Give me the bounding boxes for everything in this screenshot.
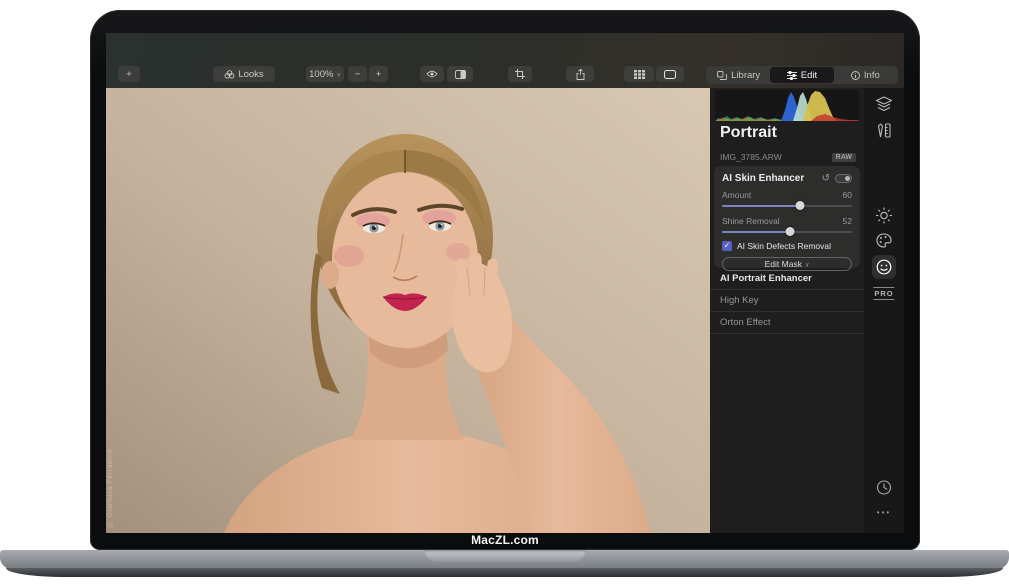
zoom-level-value: 100% (309, 69, 333, 80)
bezel-brand-text: MacZL.com (90, 533, 920, 548)
tab-info-label: Info (864, 70, 880, 81)
tool-high-key[interactable]: High Key (710, 290, 864, 312)
canvas-tools-icon[interactable] (877, 123, 891, 138)
ai-skin-enhancer-card: AI Skin Enhancer ↺ Amount 60 (714, 166, 860, 268)
enhancer-toggle[interactable] (835, 174, 852, 183)
slider-handle[interactable] (796, 201, 805, 210)
amount-value: 60 (843, 190, 852, 200)
file-info-row: IMG_3785.ARW RAW (720, 152, 856, 162)
slider-fill (722, 231, 790, 233)
chevron-down-icon: ∨ (805, 261, 809, 268)
view-mode-tabs: Library Edit (706, 66, 898, 84)
looks-label: Looks (238, 69, 263, 80)
skin-defects-label: AI Skin Defects Removal (737, 241, 831, 251)
portrait-photo (106, 88, 710, 533)
amount-slider[interactable] (722, 201, 852, 210)
portrait-face-icon (876, 259, 892, 275)
laptop-lid-notch (424, 550, 586, 562)
looks-icon (224, 70, 235, 79)
grid-view-button[interactable] (624, 66, 654, 82)
history-clock-icon[interactable] (877, 480, 892, 495)
edit-side-panel: Portrait IMG_3785.ARW RAW AI Skin Enhanc… (710, 88, 864, 533)
tool-category-strip: PRO ••• (864, 88, 904, 533)
filename-label: IMG_3785.ARW (720, 152, 832, 162)
tab-info[interactable]: Info (834, 67, 897, 83)
slider-handle[interactable] (785, 227, 794, 236)
edit-sliders-icon (787, 71, 797, 80)
shine-removal-value: 52 (843, 216, 852, 226)
tab-library[interactable]: Library (707, 67, 770, 83)
zoom-in-button[interactable]: + (369, 66, 388, 82)
toggle-knob (845, 176, 850, 181)
plus-icon: + (126, 69, 132, 80)
grid-view-icon (634, 70, 645, 79)
shine-removal-slider[interactable] (722, 227, 852, 236)
skin-defects-checkbox[interactable]: ✓ (722, 241, 732, 251)
amount-label: Amount (722, 190, 751, 200)
zoom-out-button[interactable]: − (348, 66, 367, 82)
creative-palette-icon[interactable] (876, 233, 892, 248)
single-view-icon (664, 70, 676, 79)
tool-ai-portrait-enhancer[interactable]: AI Portrait Enhancer (710, 268, 864, 290)
library-icon (717, 71, 727, 80)
tab-library-label: Library (731, 70, 760, 81)
plus-icon: + (376, 69, 382, 80)
raw-badge: RAW (832, 153, 856, 162)
app-toolbar: + Looks 100% ∨ − (106, 33, 904, 88)
layers-icon[interactable] (876, 96, 893, 112)
eye-icon (426, 70, 438, 78)
shine-removal-label: Shine Removal (722, 216, 780, 226)
chevron-down-icon: ∨ (336, 71, 340, 78)
zoom-level-dropdown[interactable]: 100% ∨ (306, 66, 344, 82)
card-title: AI Skin Enhancer (722, 173, 822, 184)
professional-category-button[interactable]: PRO (873, 287, 894, 300)
crop-button[interactable] (508, 66, 532, 82)
shine-removal-slider-row: Shine Removal 52 (722, 216, 852, 236)
screenshot-stage: + Looks 100% ∨ − (0, 0, 1009, 586)
portrait-category-button-active[interactable] (872, 255, 896, 279)
laptop-screen-frame: + Looks 100% ∨ − (90, 10, 920, 550)
compare-button[interactable] (447, 66, 473, 82)
single-view-button[interactable] (656, 66, 684, 82)
essentials-sun-icon[interactable] (876, 207, 893, 224)
before-after-icon (455, 70, 466, 79)
tool-section-list: AI Portrait Enhancer High Key Orton Effe… (710, 268, 864, 334)
app-window: + Looks 100% ∨ − (106, 33, 904, 533)
skin-defects-row: ✓ AI Skin Defects Removal (722, 241, 852, 251)
preview-toggle-button[interactable] (420, 66, 444, 82)
add-photos-button[interactable]: + (118, 66, 140, 82)
card-header: AI Skin Enhancer ↺ (722, 173, 852, 184)
undo-icon[interactable]: ↺ (822, 173, 830, 184)
minus-icon: − (355, 69, 361, 80)
tab-edit[interactable]: Edit (770, 67, 833, 83)
panel-title: Portrait (720, 124, 777, 142)
info-icon (851, 71, 860, 80)
share-icon (576, 69, 585, 80)
photo-credit-watermark: © Gianluca Ferradino (107, 449, 114, 527)
more-options-icon[interactable]: ••• (877, 508, 891, 517)
amount-slider-row: Amount 60 (722, 190, 852, 210)
photo-canvas[interactable]: © Gianluca Ferradino (106, 88, 710, 533)
tool-orton-effect[interactable]: Orton Effect (710, 312, 864, 334)
export-button[interactable] (566, 66, 594, 82)
histogram (715, 90, 859, 121)
slider-fill (722, 205, 800, 207)
crop-icon (515, 69, 525, 79)
laptop-base (0, 550, 1009, 578)
tab-edit-label: Edit (801, 70, 817, 81)
laptop-base-edge (6, 568, 1003, 577)
looks-button[interactable]: Looks (213, 66, 275, 82)
